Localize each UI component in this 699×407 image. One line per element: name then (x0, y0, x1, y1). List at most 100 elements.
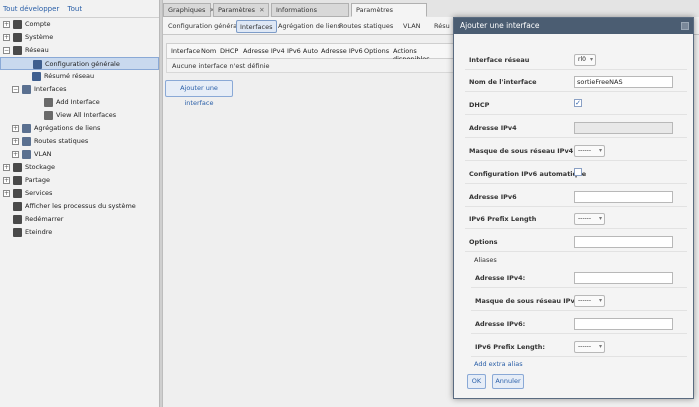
column-header[interactable]: Adresse IPv6 (321, 47, 363, 55)
collapse-icon[interactable]: − (12, 86, 19, 93)
sidebar-item[interactable]: + Système (0, 31, 159, 44)
expand-icon[interactable]: + (3, 177, 10, 184)
expand-icon[interactable]: + (3, 164, 10, 171)
sidebar-item[interactable]: + Services (0, 187, 159, 200)
sidebar-item[interactable]: + Stockage (0, 161, 159, 174)
alias-prefix-label: IPv6 Prefix Length: (475, 343, 546, 351)
alias-ipv6-label: Adresse IPv6: (475, 320, 526, 328)
sidebar-item-icon (13, 202, 22, 211)
add-extra-alias-link[interactable]: Add extra alias (474, 360, 523, 368)
alias-ipv4-label: Adresse IPv4: (475, 274, 526, 282)
sidebar-item-icon (32, 72, 41, 81)
subtab-vlan[interactable]: VLAN (400, 20, 424, 33)
subtab-agregation-de-liens[interactable]: Agrégation de liens (275, 20, 344, 33)
sidebar-item[interactable]: Redémarrer (0, 213, 159, 226)
expand-icon[interactable]: + (3, 21, 10, 28)
options-field[interactable] (574, 236, 673, 248)
row-ipv6: Adresse IPv6 (465, 187, 687, 207)
add-interface-dialog: Ajouter une interface Interface réseau r… (453, 17, 694, 399)
add-interface-button[interactable]: Ajouter une interface (165, 80, 233, 107)
ipv6-auto-checkbox[interactable] (574, 168, 582, 176)
tab-parametres[interactable]: Paramètres ✕ (213, 3, 269, 17)
sidebar-item-label: VLAN (34, 150, 52, 158)
sidebar-item[interactable]: + Routes statiques (0, 135, 159, 148)
sidebar-item[interactable]: Résumé réseau (0, 70, 159, 83)
row-name: Nom de l'interface sortieFreeNAS (465, 72, 687, 92)
sidebar-item[interactable]: Afficher les processus du système (0, 200, 159, 213)
interface-value: rl0 (578, 56, 586, 63)
expand-icon[interactable]: + (3, 34, 10, 41)
column-header[interactable]: Options (364, 47, 389, 55)
sidebar-item-icon (13, 176, 22, 185)
sidebar-item-icon (13, 215, 22, 224)
sidebar-item-icon (22, 124, 31, 133)
sidebar-item[interactable]: Add Interface (0, 96, 159, 109)
sidebar-item[interactable]: − Réseau (0, 44, 159, 57)
sidebar-item-label: Réseau (25, 46, 49, 54)
cancel-button[interactable]: Annuler (492, 374, 524, 389)
tab-informations-systeme[interactable]: Informations système✕ (271, 3, 349, 27)
column-header[interactable]: Adresse IPv4 (243, 47, 285, 55)
tab-graphiques[interactable]: Graphiques✕ (163, 3, 215, 17)
expand-icon[interactable]: + (12, 151, 19, 158)
column-header[interactable]: Interface (171, 47, 200, 55)
mask-value: ------ (578, 147, 591, 154)
row-mask: Masque de sous réseau IPv4 ------ ▾ (465, 141, 687, 161)
sidebar-item-icon (22, 150, 31, 159)
expand-icon[interactable]: + (12, 125, 19, 132)
alias-mask-select[interactable]: ------ ▾ (574, 295, 605, 307)
close-icon[interactable] (681, 22, 689, 30)
name-label: Nom de l'interface (469, 78, 537, 86)
chevron-down-icon: ▾ (598, 147, 602, 154)
sidebar-item[interactable]: View All Interfaces (0, 109, 159, 122)
sidebar-item[interactable]: + Agrégations de liens (0, 122, 159, 135)
alias-ipv4-field[interactable] (574, 272, 673, 284)
expand-icon[interactable]: + (3, 190, 10, 197)
sidebar-item-icon (13, 33, 22, 42)
aliases-legend: Aliases (474, 256, 497, 264)
row-ipv4: Adresse IPv4 (465, 118, 687, 138)
interface-select[interactable]: rl0 ▾ (574, 54, 596, 66)
close-icon[interactable]: ✕ (259, 6, 264, 14)
sidebar-item-icon (13, 46, 22, 55)
dhcp-label: DHCP (469, 101, 490, 109)
sidebar-item-label: Compte (25, 20, 51, 28)
ipv6-field[interactable] (574, 191, 673, 203)
column-header[interactable]: Nom (201, 47, 216, 55)
sidebar-item[interactable]: − Interfaces (0, 83, 159, 96)
alias-prefix-select[interactable]: ------ ▾ (574, 341, 605, 353)
sidebar-item[interactable]: + Partage (0, 174, 159, 187)
mask-select[interactable]: ------ ▾ (574, 145, 605, 157)
options-label: Options (469, 238, 498, 246)
ipv6-auto-label: Configuration IPv6 automatique (469, 170, 587, 178)
prefix-select[interactable]: ------ ▾ (574, 213, 605, 225)
expand-all-link[interactable]: Tout développer (3, 5, 59, 13)
subtab-configuration-generale[interactable]: Configuration générale (165, 20, 246, 33)
row-alias-ipv4: Adresse IPv4: (471, 268, 687, 288)
column-header[interactable]: IPv6 Auto (287, 47, 318, 55)
dialog-titlebar[interactable]: Ajouter une interface (454, 18, 693, 34)
row-interface: Interface réseau rl0 ▾ (465, 50, 687, 70)
tab-parametres-reseau[interactable]: Paramètres réseau✕ (351, 3, 427, 27)
sidebar-item[interactable]: + VLAN (0, 148, 159, 161)
sidebar-item-label: Redémarrer (25, 215, 64, 223)
subtab-interfaces[interactable]: Interfaces (236, 20, 277, 33)
ipv4-label: Adresse IPv4 (469, 124, 517, 132)
sidebar-item[interactable]: + Compte (0, 18, 159, 31)
column-header[interactable]: DHCP (220, 47, 238, 55)
collapse-icon[interactable]: − (3, 47, 10, 54)
name-field[interactable]: sortieFreeNAS (574, 76, 673, 88)
sidebar-item[interactable]: Eteindre (0, 226, 159, 239)
alias-ipv6-field[interactable] (574, 318, 673, 330)
ok-button[interactable]: OK (467, 374, 486, 389)
row-ipv6-auto: Configuration IPv6 automatique (465, 164, 687, 184)
sidebar-item-icon (33, 60, 42, 69)
collapse-all-link[interactable]: Tout (68, 5, 83, 13)
sidebar-item[interactable]: Configuration générale (0, 57, 159, 70)
subtab-routes-statiques[interactable]: Routes statiques (336, 20, 396, 33)
sidebar-item-icon (44, 111, 53, 120)
subtab-resume[interactable]: Résu (431, 20, 453, 33)
expand-icon[interactable]: + (12, 138, 19, 145)
dhcp-checkbox[interactable]: ✓ (574, 99, 582, 107)
tab-bar: Graphiques✕ Paramètres✕ Informations sys… (163, 3, 699, 27)
